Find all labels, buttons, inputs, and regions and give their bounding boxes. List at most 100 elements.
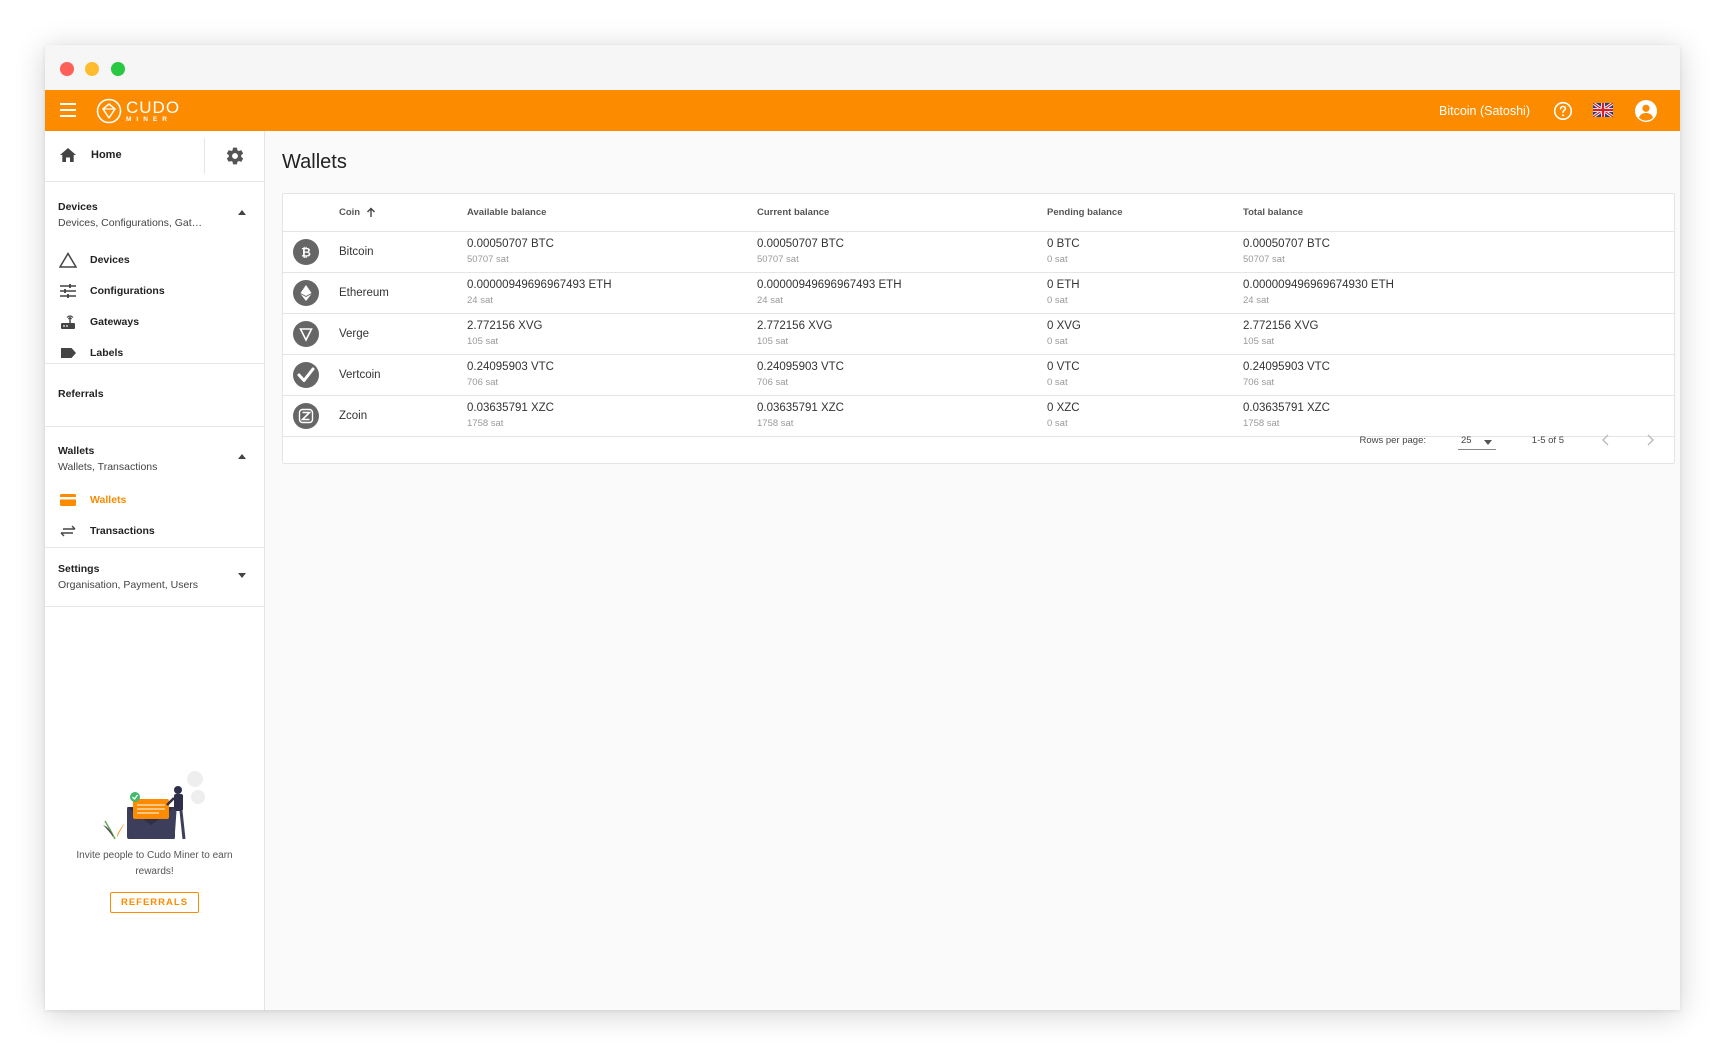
- rows-per-page-label: Rows per page:: [1359, 435, 1426, 446]
- sidebar-item-referrals[interactable]: Referrals: [58, 388, 248, 400]
- devices-section-header[interactable]: Devices Devices, Configurations, Gateway…: [58, 201, 248, 229]
- table-row[interactable]: Verge 2.772156 XVG 105 sat 2.772156 XVG 10…: [283, 313, 1674, 354]
- total-balance-sat: 50707 sat: [1243, 254, 1285, 265]
- sidebar-item-gateways[interactable]: Gateways: [59, 313, 139, 331]
- pending-balance-sat: 0 sat: [1047, 377, 1068, 388]
- close-window-button[interactable]: [60, 62, 74, 76]
- main-content: Wallets Coin Available balance Current b…: [265, 131, 1680, 1010]
- available-balance-sat: 105 sat: [467, 336, 499, 347]
- page-title: Wallets: [282, 151, 347, 173]
- wallets-table-card: Coin Available balance Current balance P…: [282, 193, 1675, 464]
- sidebar-item-configurations[interactable]: Configurations: [59, 282, 165, 300]
- menu-icon[interactable]: [60, 103, 76, 117]
- home-icon: [60, 148, 76, 162]
- verge-icon: [293, 320, 319, 347]
- total-balance: 0.03635791 XZC: [1243, 402, 1330, 414]
- table-row[interactable]: Vertcoin 0.24095903 VTC 706 sat 0.2409590…: [283, 354, 1674, 395]
- sliders-icon: [60, 284, 76, 298]
- referral-illustration-icon: [102, 771, 205, 840]
- wallets-table: Coin Available balance Current balance P…: [283, 194, 1674, 437]
- total-balance: 0.00050707 BTC: [1243, 238, 1330, 250]
- table-row[interactable]: Ethereum 0.00000949696967493 ETH 24 sat 0…: [283, 272, 1674, 313]
- referrals-button[interactable]: REFERRALS: [109, 892, 200, 913]
- pending-balance-sat: 0 sat: [1047, 254, 1068, 265]
- table-header-row: Coin Available balance Current balance P…: [283, 194, 1674, 231]
- chevron-left-icon[interactable]: [1598, 432, 1614, 448]
- coin-name: Verge: [339, 327, 370, 340]
- sidebar-item-label: Labels: [90, 347, 124, 359]
- pagination-range: 1-5 of 5: [1531, 435, 1564, 446]
- sidebar-item-label: Wallets: [90, 494, 127, 506]
- pending-balance-sat: 0 sat: [1047, 336, 1068, 347]
- sidebar-item-devices[interactable]: Devices: [59, 251, 130, 269]
- router-icon: [61, 315, 75, 329]
- rows-per-page-select[interactable]: 25: [1458, 433, 1496, 450]
- section-subtitle: Wallets, Transactions: [58, 461, 158, 473]
- referrals-section: Referrals: [45, 364, 264, 427]
- sidebar-item-labels[interactable]: Labels: [59, 344, 123, 362]
- total-balance: 0.000009496969674930 ETH: [1243, 279, 1394, 291]
- table-row[interactable]: ₿ Bitcoin 0.00050707 BTC 50707 sat 0.0005…: [283, 231, 1674, 272]
- current-balance-sat: 24 sat: [757, 295, 783, 306]
- sidebar-home-row: Home: [45, 131, 264, 182]
- available-balance: 0.00000949696967493 ETH: [467, 279, 612, 291]
- coin-column-header[interactable]: Coin: [339, 194, 467, 231]
- sidebar-item-label: Home: [91, 149, 122, 161]
- account-icon[interactable]: [1634, 99, 1658, 123]
- settings-section-header[interactable]: Settings Organisation, Payment, Users: [58, 563, 248, 591]
- wallets-section-header[interactable]: Wallets Wallets, Transactions: [58, 445, 248, 473]
- sidebar-item-wallets[interactable]: Wallets: [59, 491, 126, 509]
- currency-selector[interactable]: Bitcoin (Satoshi): [1439, 104, 1530, 118]
- bitcoin-icon: ₿: [293, 238, 319, 265]
- sidebar-item-home[interactable]: Home: [59, 147, 122, 163]
- chevron-down-icon[interactable]: [238, 573, 246, 578]
- section-title: Referrals: [58, 388, 104, 400]
- sidebar-item-transactions[interactable]: Transactions: [59, 522, 155, 540]
- app-header: CUDO MINER Bitcoin (Satoshi): [45, 90, 1680, 131]
- available-balance: 0.00050707 BTC: [467, 238, 554, 250]
- chevron-up-icon[interactable]: [238, 454, 246, 459]
- pending-balance: 0 ETH: [1047, 279, 1080, 291]
- divider: [204, 138, 205, 174]
- available-balance-sat: 706 sat: [467, 377, 499, 388]
- devices-section: Devices Devices, Configurations, Gateway…: [45, 182, 264, 364]
- section-subtitle: Organisation, Payment, Users: [58, 579, 199, 591]
- maximize-window-button[interactable]: [111, 62, 125, 76]
- cudo-logo-icon: [96, 98, 122, 124]
- current-balance: 2.772156 XVG: [757, 320, 833, 332]
- total-balance-sat: 105 sat: [1243, 336, 1275, 347]
- swap-arrows-icon: [60, 525, 76, 537]
- chevron-up-icon[interactable]: [238, 210, 246, 215]
- current-column-header[interactable]: Current balance: [757, 194, 1047, 231]
- sidebar-item-label: Configurations: [90, 285, 165, 297]
- pending-balance: 0 XZC: [1047, 402, 1080, 414]
- available-balance-sat: 24 sat: [467, 295, 493, 306]
- svg-text:₿: ₿: [301, 245, 311, 259]
- available-balance: 0.24095903 VTC: [467, 361, 554, 373]
- pending-column-header[interactable]: Pending balance: [1047, 194, 1243, 231]
- wallet-icon: [60, 494, 76, 506]
- cudo-miner-logo[interactable]: CUDO MINER: [96, 96, 180, 126]
- gear-icon[interactable]: [225, 146, 245, 166]
- rows-per-page-value: 25: [1461, 435, 1472, 446]
- app-window: CUDO MINER Bitcoin (Satoshi) Home Device…: [45, 45, 1680, 1010]
- available-balance: 2.772156 XVG: [467, 320, 543, 332]
- total-balance: 0.24095903 VTC: [1243, 361, 1330, 373]
- available-column-header[interactable]: Available balance: [467, 194, 757, 231]
- total-balance: 2.772156 XVG: [1243, 320, 1319, 332]
- minimize-window-button[interactable]: [85, 62, 99, 76]
- chevron-down-icon: [1484, 440, 1492, 445]
- logo-cudo-text: CUDO: [126, 97, 181, 117]
- sort-ascending-icon[interactable]: [366, 207, 376, 218]
- table-pagination: Rows per page: 25 1-5 of 5: [283, 418, 1674, 463]
- sidebar: Home Devices Devices, Configurations, Ga…: [45, 131, 265, 1010]
- uk-flag-icon[interactable]: [1593, 103, 1613, 117]
- total-column-header[interactable]: Total balance: [1243, 194, 1674, 231]
- settings-section: Settings Organisation, Payment, Users: [45, 548, 264, 607]
- chevron-right-icon[interactable]: [1642, 432, 1658, 448]
- coin-name: Ethereum: [339, 286, 389, 299]
- logo-miner-text: MINER: [126, 115, 172, 123]
- window-titlebar: [45, 45, 1680, 90]
- current-balance: 0.03635791 XZC: [757, 402, 844, 414]
- help-icon[interactable]: [1553, 101, 1573, 121]
